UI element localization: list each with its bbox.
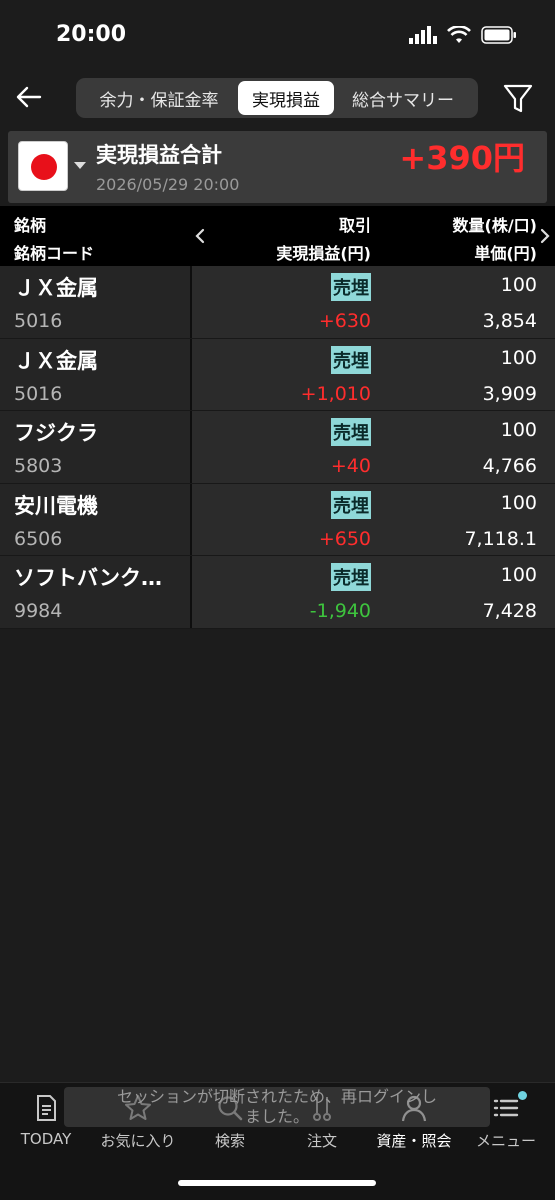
row-name-cell: ＪＸ金属 5016 [0, 266, 192, 338]
header-quantity: 数量(株/口) [452, 216, 537, 235]
toast-line-1: セッションが切断されたため、再ログインし [116, 1087, 437, 1106]
stock-code: 5803 [14, 455, 63, 477]
market-selector[interactable] [18, 141, 68, 191]
arrow-left-icon [16, 86, 42, 108]
row-name-cell: フジクラ 5803 [0, 411, 192, 483]
row-name-cell: ソフトバンク… 9984 [0, 556, 192, 628]
trade-type-badge: 売埋 [331, 345, 371, 374]
header-code: 銘柄コード [14, 244, 95, 263]
unit-price: 3,909 [482, 382, 537, 405]
battery-icon [481, 26, 516, 44]
toast-line-2: ました。 [244, 1107, 309, 1126]
tab-label: TODAY [20, 1130, 72, 1148]
status-icons [409, 26, 517, 44]
tab-margin-rate[interactable]: 余力・保証金率 [80, 81, 238, 115]
filter-icon [503, 84, 533, 113]
stock-name: 安川電機 [14, 493, 98, 518]
chevron-right-icon[interactable] [540, 228, 550, 244]
chevron-down-icon[interactable] [74, 162, 86, 169]
realized-pl: +1,010 [300, 382, 371, 405]
header-unit-price: 単価(円) [474, 244, 537, 263]
filter-button[interactable] [502, 82, 534, 116]
status-time: 20:00 [56, 22, 127, 47]
tab-label: 検索 [214, 1132, 245, 1150]
tab-label: 資産・照会 [376, 1132, 452, 1150]
unit-price: 7,428 [482, 600, 537, 622]
session-toast: セッションが切断されたため、再ログインし ました。 [64, 1087, 490, 1127]
header-trade: 取引 [338, 216, 371, 235]
menu-icon [493, 1099, 519, 1117]
unit-price: 4,766 [482, 455, 537, 477]
tab-label: お気に入り [100, 1132, 176, 1150]
stock-name: ＪＸ金属 [14, 276, 98, 300]
tab-label: メニュー [475, 1132, 536, 1150]
stock-code: 9984 [14, 600, 63, 622]
stock-name: フジクラ [14, 421, 98, 445]
stock-name: ソフトバンク… [14, 566, 163, 590]
table-row[interactable]: ＪＸ金属 5016 売埋 +630 100 3,854 [0, 266, 555, 339]
stock-code: 5016 [14, 382, 63, 405]
trade-type-badge: 売埋 [331, 563, 371, 591]
notification-dot [518, 1091, 527, 1100]
header-name: 銘柄 [14, 216, 47, 235]
table-row[interactable]: ソフトバンク… 9984 売埋 -1,940 100 7,428 [0, 556, 555, 629]
stock-code: 5016 [14, 310, 63, 332]
stock-code: 6506 [14, 527, 63, 550]
stock-name: ＪＸ金属 [14, 348, 98, 373]
header-realized-pl: 実現損益(円) [276, 244, 371, 263]
quantity: 100 [500, 419, 537, 441]
document-icon [37, 1095, 56, 1121]
position-list: ＪＸ金属 5016 売埋 +630 100 3,854 ＪＸ金属 5016 売埋… [0, 266, 555, 629]
table-row[interactable]: フジクラ 5803 売埋 +40 100 4,766 [0, 411, 555, 484]
segmented-control: 余力・保証金率 実現損益 総合サマリー [76, 78, 478, 118]
home-indicator [178, 1180, 376, 1186]
quantity: 100 [500, 564, 537, 586]
status-bar: 20:00 [0, 0, 555, 70]
tab-label: 注文 [306, 1132, 337, 1150]
realized-pl-summary: 実現損益合計 2026/05/29 20:00 +390円 [8, 131, 547, 203]
table-header: 銘柄 銘柄コード 取引 実現損益(円) 数量(株/口) 単価(円) [0, 206, 555, 266]
trade-type-badge: 売埋 [331, 490, 371, 519]
japan-flag-icon [31, 154, 57, 180]
realized-pl: +40 [330, 455, 371, 477]
trade-type-badge: 売埋 [331, 418, 371, 446]
row-name-cell: 安川電機 6506 [0, 483, 192, 555]
unit-price: 3,854 [482, 310, 537, 332]
back-button[interactable] [14, 82, 44, 112]
top-nav: 余力・保証金率 実現損益 総合サマリー [0, 70, 555, 128]
quantity: 100 [500, 491, 537, 514]
quantity: 100 [500, 274, 537, 296]
realized-pl: +650 [318, 527, 371, 550]
unit-price: 7,118.1 [464, 527, 537, 550]
tab-realized-pl[interactable]: 実現損益 [238, 81, 334, 115]
realized-pl: -1,940 [309, 600, 371, 622]
quantity: 100 [500, 346, 537, 369]
summary-timestamp: 2026/05/29 20:00 [96, 175, 240, 194]
row-name-cell: ＪＸ金属 5016 [0, 338, 192, 410]
chevron-left-icon[interactable] [195, 228, 205, 244]
table-row[interactable]: 安川電機 6506 売埋 +650 100 7,118.1 [0, 483, 555, 556]
summary-total: +390円 [399, 139, 525, 177]
table-row[interactable]: ＪＸ金属 5016 売埋 +1,010 100 3,909 [0, 338, 555, 411]
tab-summary[interactable]: 総合サマリー [334, 81, 472, 115]
trade-type-badge: 売埋 [331, 273, 371, 301]
realized-pl: +630 [318, 310, 371, 332]
wifi-icon [447, 26, 471, 43]
signal-icon [409, 26, 437, 44]
summary-title: 実現損益合計 [96, 143, 222, 167]
